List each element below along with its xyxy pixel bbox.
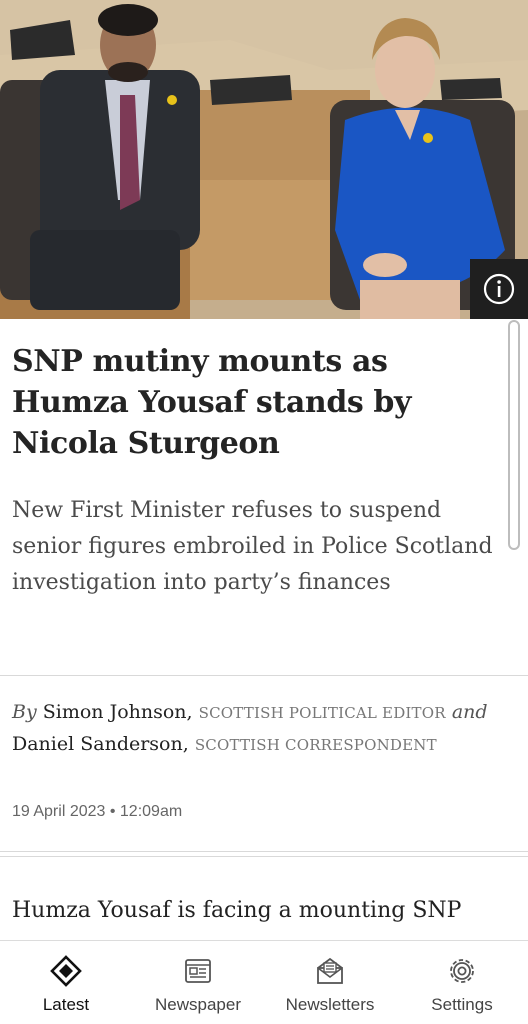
- hero-photo-illustration: [0, 0, 528, 319]
- latest-diamond-icon: [50, 955, 82, 987]
- divider: [0, 851, 528, 852]
- bottom-navigation: Latest Newspaper Newsletters Settings: [0, 940, 528, 1024]
- newsletters-icon: [317, 957, 343, 984]
- scrollbar[interactable]: [508, 320, 520, 550]
- publish-date: 19 April 2023 • 12:09am: [12, 803, 183, 820]
- byline-author-2[interactable]: Daniel Sanderson,: [12, 733, 189, 755]
- byline-by: By: [12, 701, 37, 723]
- nav-newspaper-label: Newspaper: [155, 995, 241, 1014]
- divider: [0, 675, 528, 676]
- byline-role-1: Scottish Political Editor: [198, 704, 446, 722]
- newspaper-icon: [185, 959, 211, 983]
- article-standfirst: New First Minister refuses to suspend se…: [12, 498, 493, 595]
- nav-settings-label: Settings: [431, 995, 493, 1014]
- byline-and: and: [451, 701, 488, 723]
- divider: [0, 856, 528, 857]
- hero-image: [0, 0, 528, 319]
- nav-newsletters[interactable]: Newsletters: [264, 941, 396, 1024]
- nav-settings[interactable]: Settings: [396, 941, 528, 1024]
- byline-role-2: Scottish Correspondent: [194, 736, 437, 754]
- nav-latest[interactable]: Latest: [0, 941, 132, 1024]
- byline: By Simon Johnson, Scottish Political Edi…: [12, 697, 502, 761]
- byline-author-1[interactable]: Simon Johnson,: [43, 701, 193, 723]
- info-icon: [483, 273, 515, 305]
- nav-newsletters-label: Newsletters: [285, 995, 375, 1014]
- image-info-button[interactable]: [470, 259, 528, 319]
- nav-newspaper[interactable]: Newspaper: [132, 941, 264, 1024]
- article-body-first-line: Humza Yousaf is facing a mounting SNP: [12, 898, 462, 923]
- article-headline: SNP mutiny mounts as Humza Yousaf stands…: [12, 344, 412, 461]
- nav-latest-label: Latest: [42, 995, 90, 1014]
- gear-icon: [450, 959, 474, 983]
